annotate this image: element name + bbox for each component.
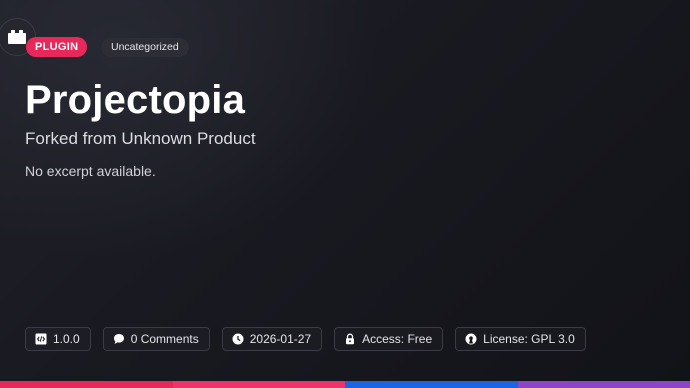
version-chip: 1.0.0 bbox=[25, 327, 91, 351]
accent-bar-segment bbox=[517, 381, 690, 388]
license-chip: License: GPL 3.0 bbox=[455, 327, 586, 351]
product-excerpt: No excerpt available. bbox=[25, 163, 156, 179]
lock-icon bbox=[344, 333, 356, 345]
category-badge[interactable]: Uncategorized bbox=[101, 38, 189, 57]
code-file-icon bbox=[35, 333, 47, 345]
chat-bubble-icon bbox=[113, 333, 125, 345]
comments-label: 0 Comments bbox=[130, 332, 199, 346]
access-label: Access: Free bbox=[362, 332, 433, 346]
product-subtitle: Forked from Unknown Product bbox=[25, 129, 256, 148]
comments-chip[interactable]: 0 Comments bbox=[102, 327, 210, 351]
type-badge[interactable]: PLUGIN bbox=[26, 37, 88, 57]
accent-bar-segment bbox=[345, 381, 518, 388]
meta-row: 1.0.0 0 Comments 2026-01-27 Access: Free… bbox=[25, 327, 586, 351]
page-title: Projectopia bbox=[25, 78, 246, 122]
accent-bar-segment bbox=[172, 381, 345, 388]
accent-color-bar bbox=[0, 381, 690, 388]
date-chip: 2026-01-27 bbox=[221, 327, 323, 351]
license-label: License: GPL 3.0 bbox=[483, 332, 575, 346]
product-hero-card: PLUGIN Uncategorized Projectopia Forked … bbox=[0, 0, 690, 388]
open-source-icon bbox=[465, 333, 477, 345]
accent-bar-segment bbox=[0, 381, 173, 388]
access-chip: Access: Free bbox=[334, 327, 444, 351]
clock-icon bbox=[232, 333, 244, 345]
version-label: 1.0.0 bbox=[53, 332, 80, 346]
date-label: 2026-01-27 bbox=[249, 332, 312, 346]
